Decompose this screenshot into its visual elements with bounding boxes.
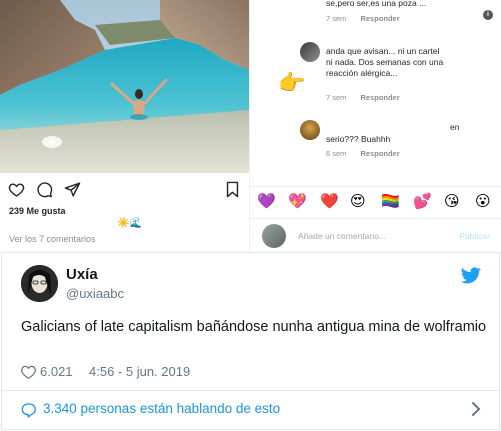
- avatar: [262, 224, 286, 248]
- avatar[interactable]: [300, 120, 320, 140]
- conversation-link[interactable]: 3.340 personas están hablando de esto: [2, 391, 499, 429]
- emoji-button[interactable]: 💜: [257, 192, 276, 210]
- tweet-card: Uxía @uxiaabc Galicians of late capitali…: [1, 252, 500, 430]
- reply-link[interactable]: Responder: [360, 149, 399, 158]
- reply-link[interactable]: Responder: [360, 14, 399, 23]
- chevron-right-icon[interactable]: [471, 401, 481, 417]
- comment-bubble-icon[interactable]: [36, 181, 53, 198]
- comment-meta: 7 sem Responder: [326, 93, 400, 102]
- profile-photo-image: [21, 265, 58, 302]
- emoji-button[interactable]: 🏳️‍🌈: [381, 192, 400, 210]
- user-handle[interactable]: @uxiaabc: [66, 286, 124, 301]
- share-paper-plane-icon[interactable]: [64, 181, 81, 198]
- comment-line: ni nada. Dos semanas con una: [326, 57, 444, 67]
- comment-time: 7 sem: [326, 93, 347, 102]
- instagram-post: 239 Me gusta ☀️🌊 Ver los 7 comentarios i…: [0, 0, 501, 252]
- comment-time: 7 sem: [326, 14, 347, 23]
- emoji-button[interactable]: 😮: [475, 192, 491, 210]
- comment-line: anda que avisan... ni un cartel: [326, 46, 440, 56]
- info-icon[interactable]: i: [483, 10, 493, 20]
- conversation-label[interactable]: 3.340 personas están hablando de esto: [43, 401, 280, 416]
- post-footer: 239 Me gusta ☀️🌊 Ver los 7 comentarios: [0, 173, 249, 252]
- bookmark-save-icon[interactable]: [224, 181, 241, 198]
- like-count[interactable]: 6.021: [40, 364, 73, 379]
- comment-text: anda que avisan... ni un cartel ni nada.…: [326, 46, 443, 79]
- pointing-hand-emoji: 👉: [278, 70, 306, 95]
- likes-count[interactable]: 239 Me gusta: [9, 206, 66, 216]
- post-photo[interactable]: [0, 0, 249, 173]
- action-bar: [8, 181, 242, 199]
- comment-text: serio??? Buahhh: [326, 134, 391, 144]
- view-all-comments-link[interactable]: Ver los 7 comentarios: [9, 234, 96, 244]
- emoji-button[interactable]: 😍: [350, 192, 366, 210]
- emoji-button[interactable]: 😘: [444, 192, 460, 210]
- reply-bubble-icon: [21, 403, 36, 418]
- emoji-button[interactable]: 💖: [288, 192, 307, 210]
- tweet-timestamp[interactable]: 4:56 - 5 jun. 2019: [89, 364, 190, 379]
- comments-panel: i se,pero ser,es una poza ... 7 sem Respo…: [249, 0, 501, 252]
- publish-button[interactable]: Publicar: [459, 231, 490, 241]
- comment-meta: 7 sem Responder: [326, 14, 400, 23]
- avatar[interactable]: [300, 42, 320, 62]
- emoji-button[interactable]: 💕: [413, 192, 432, 210]
- comment-input[interactable]: Añade un comentario...: [298, 231, 386, 241]
- lake-photo-image: [0, 0, 249, 173]
- tweet-text: Galicians of late capitalism bañándose n…: [21, 319, 487, 335]
- comment-text: se,pero ser,es una poza ...: [326, 0, 427, 8]
- comment-time: 6 sem: [326, 149, 347, 158]
- reply-link[interactable]: Responder: [360, 93, 399, 102]
- like-heart-icon[interactable]: [8, 181, 25, 198]
- like-heart-icon[interactable]: [21, 365, 36, 379]
- emoji-reaction-row: 💜 💖 ❤️ 😍 🏳️‍🌈 💕 😘 😮: [250, 186, 501, 216]
- caption-emoji: ☀️🌊: [117, 218, 142, 229]
- comment-meta: 6 sem Responder: [326, 149, 400, 158]
- add-comment-bar: Añade un comentario... Publicar: [250, 218, 501, 252]
- twitter-bird-icon[interactable]: [461, 267, 481, 284]
- comment-prefix: en: [450, 122, 460, 132]
- avatar[interactable]: [21, 265, 58, 302]
- comment-line: reacción alérgica...: [326, 68, 398, 78]
- display-name[interactable]: Uxía: [66, 266, 98, 283]
- emoji-button[interactable]: ❤️: [320, 192, 339, 210]
